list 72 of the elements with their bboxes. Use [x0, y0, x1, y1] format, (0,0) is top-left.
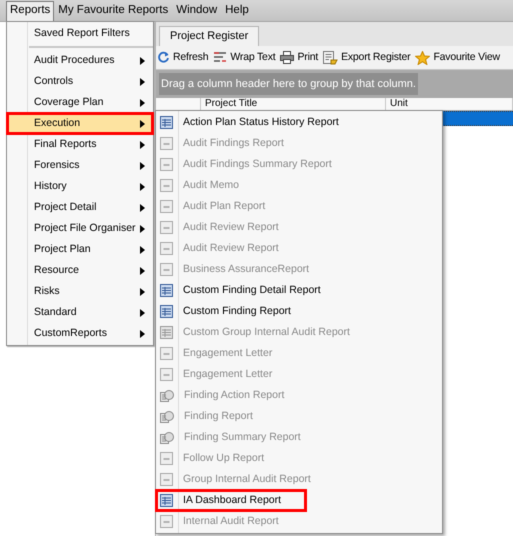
document-icon	[160, 347, 173, 360]
document-icon	[160, 263, 173, 276]
export-document-icon	[323, 50, 338, 64]
table-icon	[160, 494, 173, 507]
group-hint: Drag a column header here to group by that column.	[159, 72, 418, 96]
toolbar-button[interactable]: Print	[280, 50, 318, 66]
document-icon	[160, 179, 173, 192]
submenu-caret-icon	[140, 246, 145, 254]
menu-item[interactable]: Final Reports	[7, 134, 153, 155]
menu-item[interactable]: History	[7, 176, 153, 197]
table-icon	[160, 284, 173, 297]
menu-item[interactable]: Controls	[7, 71, 153, 92]
table-icon	[160, 326, 173, 339]
star-icon	[415, 50, 430, 64]
submenu-caret-icon	[140, 288, 145, 296]
column-header[interactable]: Project Title	[205, 98, 258, 109]
menu-item[interactable]: Project Plan	[7, 239, 153, 260]
document-icon	[160, 368, 173, 381]
submenu-caret-icon	[140, 78, 145, 86]
toolbar-button[interactable]: Wrap Text	[213, 50, 276, 66]
document-icon	[160, 515, 173, 528]
menu-bar-item[interactable]: Reports	[6, 0, 54, 20]
submenu-caret-icon	[140, 120, 145, 128]
submenu-item[interactable]: Custom Finding Report	[156, 301, 442, 322]
stacked-pages-icon	[160, 410, 174, 424]
refresh-icon	[157, 51, 170, 64]
menu-bar-item[interactable]: My Favourite Reports	[54, 0, 172, 20]
submenu-caret-icon	[140, 330, 145, 338]
text-lines-icon	[213, 51, 228, 64]
menu-item[interactable]: CustomReports	[7, 323, 153, 344]
menu-item[interactable]: Resource	[7, 260, 153, 281]
document-icon	[160, 221, 173, 234]
document-icon	[160, 200, 173, 213]
menu-bar-item[interactable]: Window	[172, 0, 222, 20]
document-icon	[160, 242, 173, 255]
submenu-caret-icon	[140, 56, 145, 64]
menu-item[interactable]: Saved Report Filters	[7, 23, 153, 44]
submenu-caret-icon	[140, 162, 145, 170]
table-icon	[160, 305, 173, 318]
document-icon	[160, 137, 173, 150]
document-icon	[160, 452, 173, 465]
menu-item[interactable]: Forensics	[7, 155, 153, 176]
menu-item[interactable]: Execution	[7, 113, 153, 134]
submenu-caret-icon	[140, 98, 145, 106]
toolbar-button[interactable]: Favourite View	[415, 50, 500, 66]
menu-item[interactable]: Risks	[7, 281, 153, 302]
document-icon	[160, 473, 173, 486]
stacked-pages-icon	[160, 388, 174, 402]
menu-item[interactable]: Coverage Plan	[7, 92, 153, 113]
toolbar-button[interactable]: Export Register	[323, 50, 410, 66]
menu-item[interactable]: Audit Procedures	[7, 50, 153, 71]
column-header[interactable]: Unit	[390, 98, 408, 109]
printer-icon	[280, 51, 294, 64]
stacked-pages-icon	[160, 430, 174, 444]
submenu-caret-icon	[140, 204, 145, 212]
toolbar-button[interactable]: Refresh	[157, 50, 208, 66]
submenu-item[interactable]: Action Plan Status History Report	[156, 112, 442, 133]
submenu-caret-icon	[140, 140, 145, 148]
grid-row[interactable]	[442, 111, 513, 126]
submenu-caret-icon	[140, 182, 145, 190]
menu-item[interactable]: Project Detail	[7, 197, 153, 218]
submenu-item[interactable]: Custom Finding Detail Report	[156, 280, 442, 301]
submenu-caret-icon	[140, 308, 145, 316]
table-icon	[160, 116, 173, 129]
document-icon	[160, 158, 173, 171]
menu-bar-item[interactable]: Help	[221, 0, 253, 20]
submenu-caret-icon	[140, 224, 145, 232]
submenu-caret-icon	[140, 266, 145, 274]
tab[interactable]: Project Register	[159, 26, 260, 46]
menu-item[interactable]: Standard	[7, 302, 153, 323]
submenu-item[interactable]: IA Dashboard Report	[156, 490, 306, 511]
menu-item[interactable]: Project File Organiser	[7, 218, 153, 239]
